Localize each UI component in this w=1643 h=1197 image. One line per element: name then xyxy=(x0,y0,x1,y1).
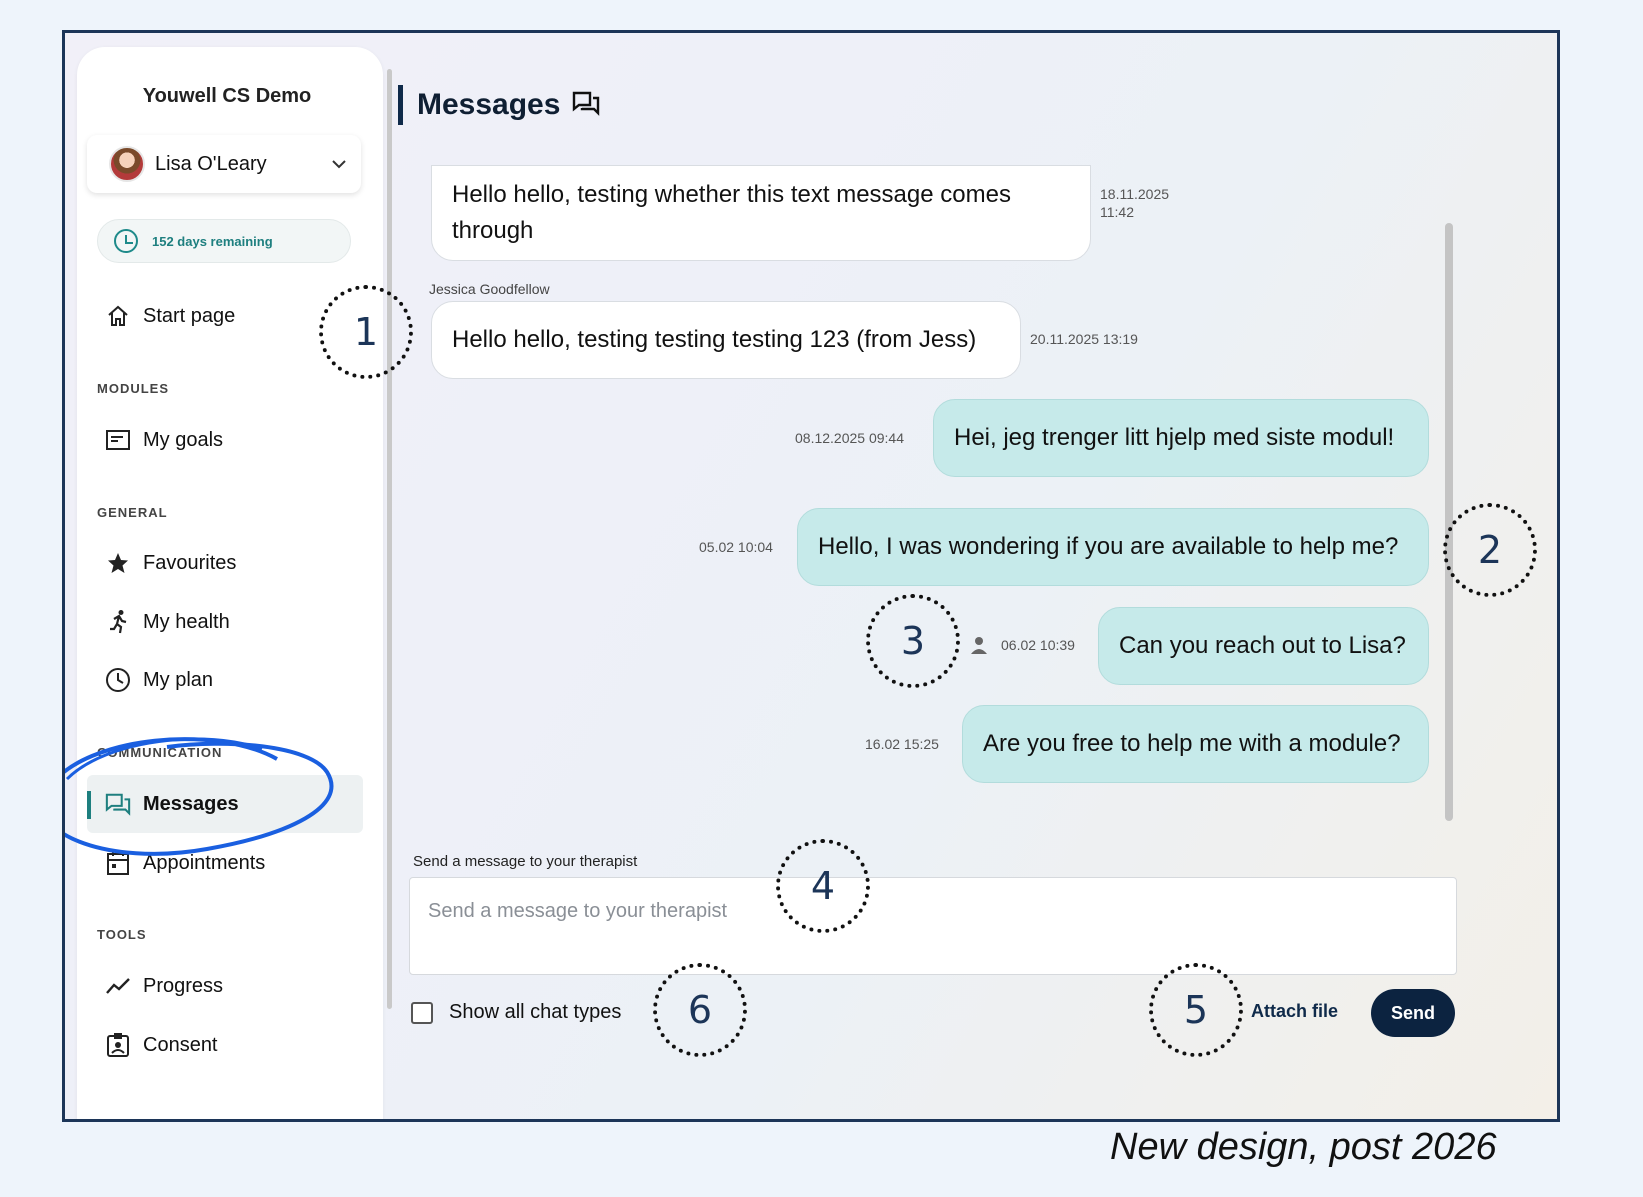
sidebar-item-label: Consent xyxy=(143,1033,218,1056)
message-bubble-outgoing: Hei, jeg trenger litt hjelp med siste mo… xyxy=(933,399,1429,477)
compose-label: Send a message to your therapist xyxy=(413,853,638,870)
callout-6: 6 xyxy=(653,963,747,1057)
sidebar-item-label: Favourites xyxy=(143,551,237,574)
user-selector[interactable]: Lisa O'Leary xyxy=(87,135,361,193)
chat-icon xyxy=(572,90,600,121)
sidebar: Youwell CS Demo Lisa O'Leary 152 days re… xyxy=(65,47,383,1119)
callout-5: 5 xyxy=(1149,963,1243,1057)
sidebar-item-consent[interactable]: Consent xyxy=(105,1025,218,1065)
app-frame: Youwell CS Demo Lisa O'Leary 152 days re… xyxy=(62,30,1560,1122)
home-icon xyxy=(105,303,131,329)
sidebar-item-start-page[interactable]: Start page xyxy=(105,296,235,336)
days-remaining-badge: 152 days remaining xyxy=(97,219,351,263)
running-person-icon xyxy=(105,609,131,635)
figure-caption: New design, post 2026 xyxy=(1110,1126,1497,1168)
message-sender: Jessica Goodfellow xyxy=(429,281,550,297)
message-text: Can you reach out to Lisa? xyxy=(1119,632,1406,659)
app-title: Youwell CS Demo xyxy=(142,85,312,107)
callout-2: 2 xyxy=(1443,503,1537,597)
page-header: Messages xyxy=(398,85,600,125)
sidebar-item-label: Start page xyxy=(143,304,236,327)
show-all-chat-types-toggle[interactable]: Show all chat types xyxy=(411,1001,621,1024)
checkbox-label: Show all chat types xyxy=(449,1001,622,1023)
message-bubble-incoming: Hello hello, testing whether this text m… xyxy=(431,165,1091,261)
sidebar-item-label: Progress xyxy=(143,974,224,997)
callout-1: 1 xyxy=(319,285,413,379)
message-text: Hello hello, testing testing testing 123… xyxy=(452,326,977,353)
message-bubble-outgoing: Are you free to help me with a module? xyxy=(962,705,1429,783)
avatar xyxy=(109,146,145,182)
message-timestamp: 05.02 10:04 xyxy=(699,539,773,555)
days-remaining-text: 152 days remaining xyxy=(152,233,273,249)
sidebar-item-label: My health xyxy=(143,610,230,633)
message-time: 11:42 xyxy=(1100,204,1134,220)
message-input[interactable]: Send a message to your therapist xyxy=(409,877,1457,975)
sidebar-item-favourites[interactable]: Favourites xyxy=(105,543,236,583)
star-icon xyxy=(105,550,131,576)
message-text: through xyxy=(452,217,534,244)
callout-3: 3 xyxy=(866,594,960,688)
id-badge-icon xyxy=(105,1032,131,1058)
sidebar-item-my-health[interactable]: My health xyxy=(105,602,230,642)
sidebar-item-progress[interactable]: Progress xyxy=(105,966,223,1006)
header-accent-bar xyxy=(398,85,403,125)
section-label-general: GENERAL xyxy=(97,505,168,520)
attach-file-button[interactable]: Attach file xyxy=(1251,1001,1338,1022)
person-icon xyxy=(971,637,987,654)
chevron-down-icon xyxy=(332,160,346,169)
send-button[interactable]: Send xyxy=(1371,989,1455,1037)
message-timestamp: 08.12.2025 09:44 xyxy=(795,430,904,446)
message-timestamp: 06.02 10:39 xyxy=(1001,637,1075,653)
page-title: Messages xyxy=(417,88,561,121)
sidebar-scrollbar[interactable] xyxy=(387,69,392,1009)
message-bubble-outgoing: Can you reach out to Lisa? xyxy=(1098,607,1429,685)
highlight-scribble xyxy=(65,737,334,856)
trend-line-icon xyxy=(105,973,131,999)
message-bubble-incoming: Hello hello, testing testing testing 123… xyxy=(431,301,1021,379)
sidebar-item-my-goals[interactable]: My goals xyxy=(105,420,223,460)
message-date: 18.11.2025 xyxy=(1100,186,1170,202)
message-text: Hello, I was wondering if you are availa… xyxy=(818,533,1399,560)
show-all-chat-types-checkbox[interactable] xyxy=(411,1001,433,1024)
section-label-modules: MODULES xyxy=(97,381,169,396)
sidebar-item-label: My goals xyxy=(143,428,224,451)
sidebar-item-my-plan[interactable]: My plan xyxy=(105,660,213,700)
section-label-tools: TOOLS xyxy=(97,927,147,942)
message-bubble-outgoing: Hello, I was wondering if you are availa… xyxy=(797,508,1429,586)
callout-4: 4 xyxy=(776,839,870,933)
message-timestamp: 16.02 15:25 xyxy=(865,736,939,752)
message-timestamp: 18.11.2025 11:42 xyxy=(1100,185,1169,221)
message-text: Hello hello, testing whether this text m… xyxy=(452,181,1011,208)
goals-icon xyxy=(105,427,131,453)
clock-icon xyxy=(105,667,131,693)
message-input-placeholder: Send a message to your therapist xyxy=(428,900,728,922)
sidebar-item-label: My plan xyxy=(143,668,214,691)
message-text: Hei, jeg trenger litt hjelp med siste mo… xyxy=(954,424,1395,451)
message-text: Are you free to help me with a module? xyxy=(983,730,1401,757)
message-timestamp: 20.11.2025 13:19 xyxy=(1030,331,1138,347)
user-name: Lisa O'Leary xyxy=(155,152,267,175)
clock-icon xyxy=(114,229,138,253)
